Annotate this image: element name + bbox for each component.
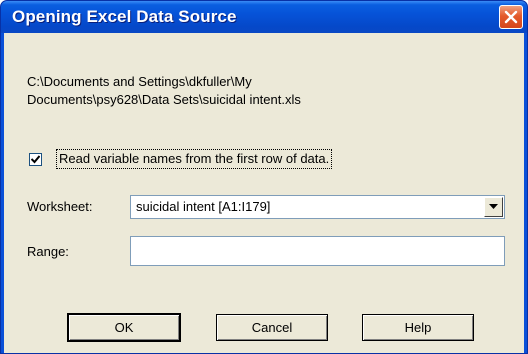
worksheet-selected-value: suicidal intent [A1:I179] (136, 199, 271, 214)
range-label: Range: (27, 244, 69, 259)
dialog-title: Opening Excel Data Source (12, 7, 237, 26)
title-bar[interactable]: Opening Excel Data Source (1, 1, 527, 33)
ok-button[interactable]: OK (68, 314, 180, 341)
excel-data-source-dialog: Opening Excel Data Source C:\Documents a… (0, 0, 528, 354)
file-path-line-2: Documents\psy628\Data Sets\suicidal inte… (27, 92, 301, 107)
cancel-button[interactable]: Cancel (216, 314, 328, 341)
range-input[interactable] (130, 236, 505, 266)
worksheet-label: Worksheet: (27, 199, 93, 214)
file-path-line-1: C:\Documents and Settings\dkfuller\My (27, 74, 252, 89)
help-button[interactable]: Help (362, 314, 474, 341)
close-icon (504, 10, 518, 24)
chevron-down-icon (489, 204, 498, 209)
read-names-label[interactable]: Read variable names from the first row o… (56, 149, 333, 169)
close-button[interactable] (499, 5, 523, 29)
worksheet-dropdown-button[interactable] (484, 197, 503, 217)
dialog-body: C:\Documents and Settings\dkfuller\My Do… (4, 33, 524, 353)
checkmark-icon (31, 155, 40, 164)
read-names-checkbox[interactable] (29, 153, 42, 166)
worksheet-select[interactable]: suicidal intent [A1:I179] (130, 195, 505, 219)
